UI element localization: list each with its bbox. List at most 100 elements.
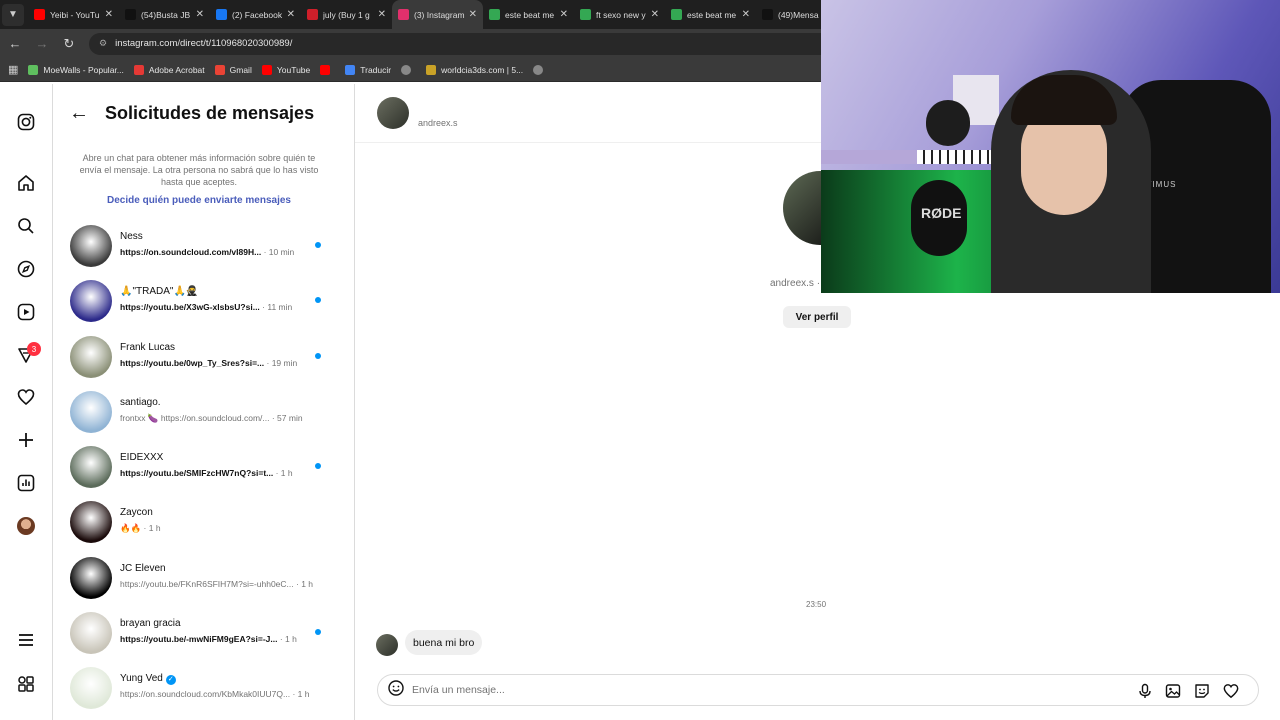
bookmark-item[interactable]: [401, 64, 416, 75]
request-name: Yung Ved ✓: [120, 673, 176, 686]
profile-avatar: [783, 171, 823, 245]
request-item[interactable]: santiago. frontxx 🍆 https://on.soundcloud…: [53, 387, 353, 442]
webcam-overlay: OPTIMUS RØDE: [821, 0, 1280, 293]
browser-tab[interactable]: (3) Instagram ✕: [392, 0, 483, 29]
chat-avatar[interactable]: [377, 97, 409, 129]
apps-grid-icon[interactable]: ▦: [8, 63, 18, 76]
back-arrow-icon[interactable]: ←: [3, 32, 27, 56]
request-name: santiago.: [120, 397, 161, 408]
chevron-down-icon[interactable]: ▼: [2, 3, 24, 26]
browser-tab[interactable]: (54)Busta JB ✕: [119, 0, 210, 29]
request-avatar: [70, 501, 112, 544]
unread-dot: [315, 629, 321, 636]
request-name: JC Eleven: [120, 563, 166, 574]
request-preview: https://on.soundcloud.com/vI89H... · 10 …: [120, 247, 320, 257]
request-item[interactable]: 🙏"TRADA"🙏🥷 https://youtu.be/X3wG-xlsbsU?s…: [53, 276, 353, 331]
home-icon[interactable]: [14, 171, 38, 195]
request-avatar: [70, 446, 112, 489]
unread-dot: [315, 297, 321, 304]
request-avatar: [70, 556, 112, 599]
request-preview: https://youtu.be/-mwNiFM9gEA?si=-J... · …: [120, 634, 320, 644]
favicon-icon: [671, 9, 682, 20]
profile-name: andreex.s ·: [770, 278, 821, 289]
browser-tab[interactable]: Yeibi - YouTu ✕: [28, 0, 119, 29]
bookmark-item[interactable]: worldcia3ds.com | 5...: [426, 64, 523, 75]
search-icon[interactable]: [14, 214, 38, 238]
browser-tab[interactable]: este beat me ✕: [665, 0, 756, 29]
close-tab-icon[interactable]: ✕: [196, 9, 204, 20]
tab-title: (2) Facebook: [232, 9, 283, 20]
site-info-icon[interactable]: ⚙: [99, 38, 107, 49]
panel-title: Solicitudes de mensajes: [105, 103, 315, 123]
reload-icon[interactable]: ↻: [57, 32, 81, 56]
reels-icon[interactable]: [14, 300, 38, 324]
tab-title: ft sexo new y: [596, 9, 646, 20]
close-tab-icon[interactable]: ✕: [287, 9, 295, 20]
forward-arrow-icon[interactable]: →: [30, 32, 54, 56]
browser-tab[interactable]: (2) Facebook ✕: [210, 0, 301, 29]
close-tab-icon[interactable]: ✕: [105, 9, 113, 20]
bookmark-favicon-icon: [261, 64, 272, 75]
dashboard-icon[interactable]: [14, 471, 38, 495]
close-tab-icon[interactable]: ✕: [560, 9, 568, 20]
request-item[interactable]: Frank Lucas https://youtu.be/0wp_Ty_Sres?…: [53, 332, 353, 387]
unread-dot: [315, 463, 321, 470]
bookmark-item[interactable]: Traducir: [345, 64, 391, 75]
request-item[interactable]: EIDEXXX https://youtu.be/SMIFzcHW7nQ?si=t…: [53, 442, 353, 497]
browser-tab[interactable]: july (Buy 1 g ✕: [301, 0, 392, 29]
request-item[interactable]: brayan gracia https://youtu.be/-mwNiFM9gE…: [53, 608, 353, 663]
browser-tab[interactable]: este beat me ✕: [483, 0, 574, 29]
request-name-text: 🙏"TRADA"🙏🥷: [120, 286, 199, 298]
bookmark-item[interactable]: [533, 64, 548, 75]
menu-hamburger-icon[interactable]: [14, 628, 38, 652]
chat-username[interactable]: andreex.s: [418, 118, 458, 128]
unread-dot: [315, 352, 321, 359]
request-name: EIDEXXX: [120, 452, 163, 463]
bookmark-item[interactable]: [320, 64, 335, 75]
explore-icon[interactable]: [14, 257, 38, 281]
request-name: brayan gracia: [120, 618, 181, 629]
close-tab-icon[interactable]: ✕: [651, 9, 659, 20]
request-item[interactable]: Zaycon 🔥🔥 · 1 h: [53, 497, 353, 552]
close-tab-icon[interactable]: ✕: [742, 9, 750, 20]
image-icon[interactable]: [1164, 682, 1182, 700]
create-plus-icon[interactable]: [14, 428, 38, 452]
message-timestamp: 23:50: [806, 600, 827, 609]
bookmark-item[interactable]: Adobe Acrobat: [133, 64, 205, 75]
more-apps-icon[interactable]: [14, 672, 38, 696]
verified-badge-icon: ✓: [165, 675, 176, 686]
request-name-text: Yung Ved: [120, 673, 163, 685]
heart-icon[interactable]: [14, 385, 38, 409]
request-item[interactable]: JC Eleven https://youtu.be/FKnR6SFIH7M?si…: [53, 553, 353, 608]
close-tab-icon[interactable]: ✕: [378, 9, 386, 20]
request-time: · 1 h: [293, 578, 314, 589]
bookmark-item[interactable]: YouTube: [261, 64, 310, 75]
chat-header: andreex.s: [355, 84, 822, 143]
bookmark-item[interactable]: Gmail: [214, 64, 252, 75]
unread-dot: [315, 242, 321, 248]
back-arrow-icon[interactable]: ←: [69, 102, 89, 125]
instagram-logo-icon[interactable]: [14, 110, 38, 134]
microphone-icon[interactable]: [1136, 682, 1154, 700]
request-preview: https://youtu.be/FKnR6SFIH7M?si=-uhh0eC.…: [120, 579, 320, 589]
bookmark-item[interactable]: MoeWalls - Popular...: [28, 64, 124, 75]
close-tab-icon[interactable]: ✕: [469, 9, 477, 20]
view-profile-button[interactable]: Ver perfil: [783, 306, 851, 328]
decide-who-link[interactable]: Decide quién puede enviarte mensajes: [53, 195, 345, 206]
request-item[interactable]: Yung Ved ✓ https://on.soundcloud.com/KbMka…: [53, 663, 353, 718]
favicon-icon: [398, 9, 409, 20]
request-item[interactable]: Ness https://on.soundcloud.com/vI89H... ·…: [53, 221, 353, 276]
mic-brand-label: RØDE: [921, 205, 962, 221]
emoji-icon[interactable]: [388, 680, 404, 700]
favicon-icon: [489, 9, 500, 20]
message-input[interactable]: [412, 684, 1112, 696]
heart-icon[interactable]: [1222, 682, 1240, 700]
message-avatar: [376, 634, 398, 656]
request-preview-text: 🔥🔥: [120, 523, 142, 534]
message-composer: [377, 674, 1259, 706]
browser-tab[interactable]: ft sexo new y ✕: [574, 0, 665, 29]
profile-avatar-icon[interactable]: [14, 514, 38, 538]
request-preview-text: https://youtu.be/SMIFzcHW7nQ?si=t...: [120, 468, 274, 479]
request-time: · 19 min: [264, 357, 298, 368]
sticker-icon[interactable]: [1193, 682, 1211, 700]
